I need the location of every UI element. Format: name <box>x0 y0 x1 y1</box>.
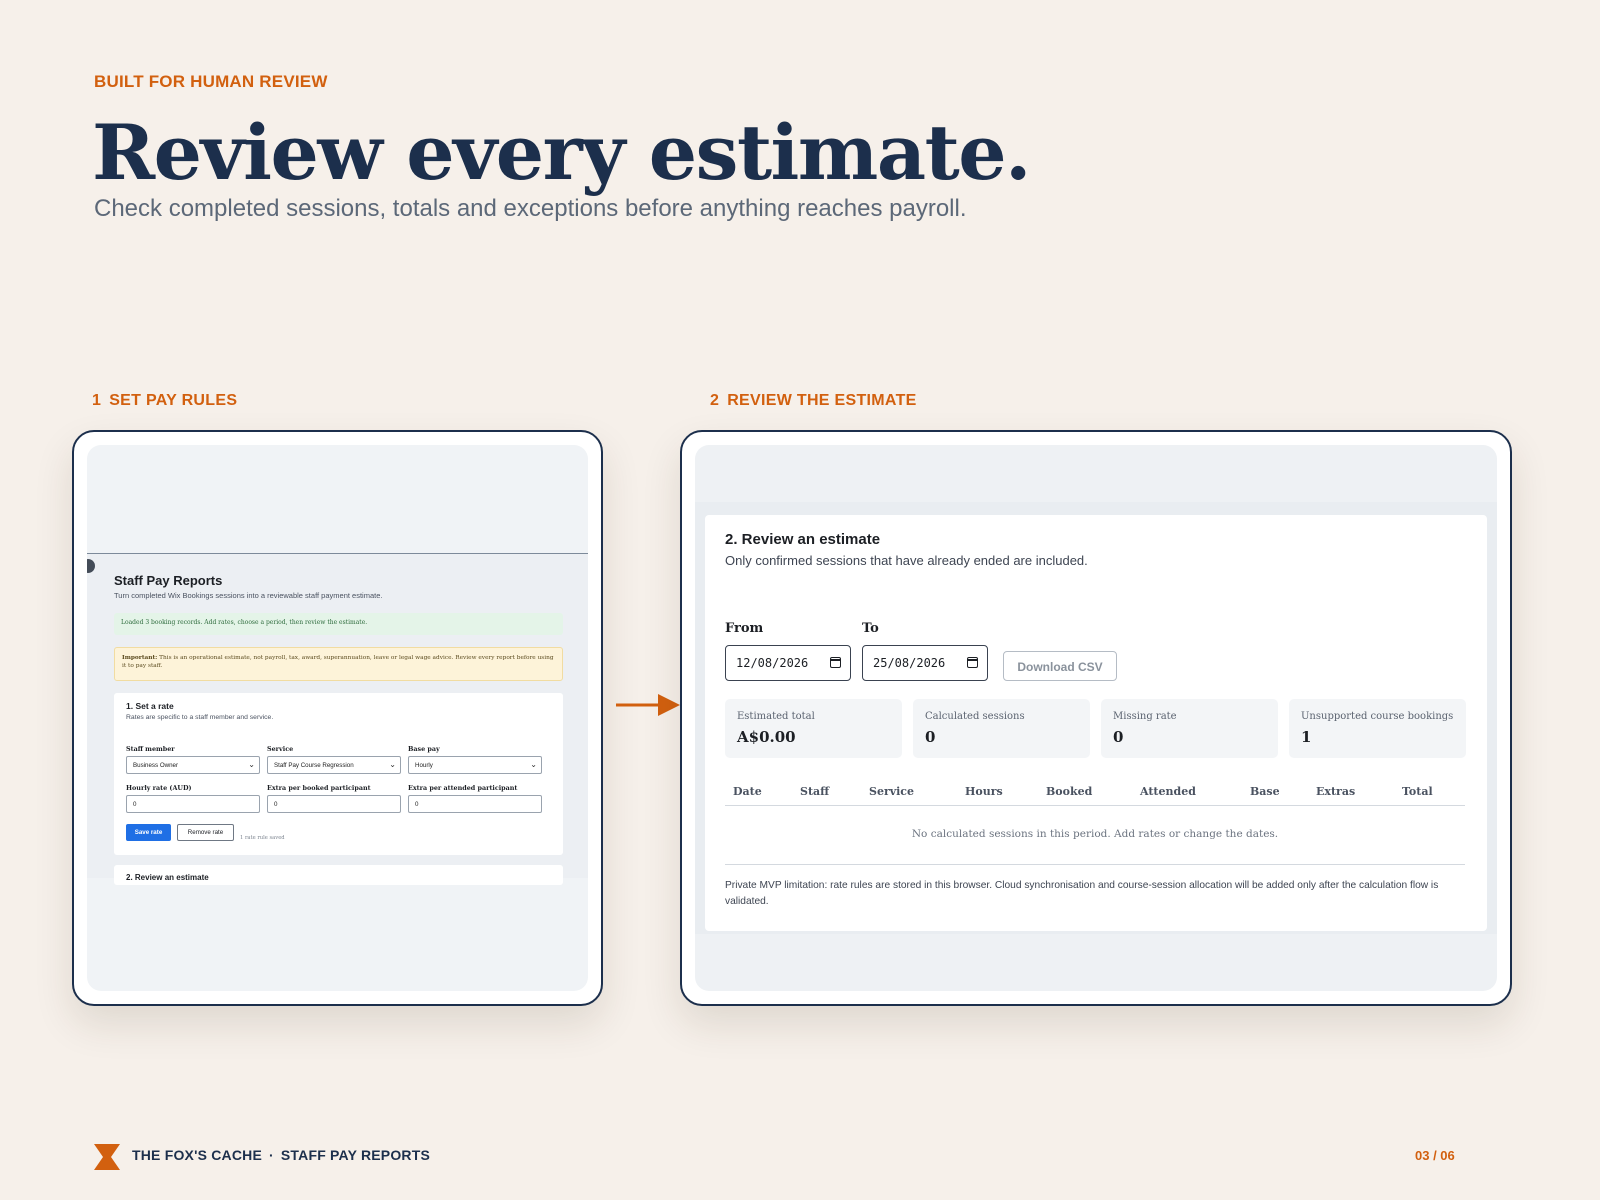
base-pay-label: Base pay <box>408 745 440 753</box>
hourly-rate-input[interactable]: 0 <box>126 795 260 813</box>
screenshot-viewport: 2. Review an estimate Only confirmed ses… <box>695 445 1497 991</box>
chevron-down-icon: ⌄ <box>389 760 396 769</box>
column-header-staff[interactable]: Staff <box>800 785 829 798</box>
section-title: 2. Review an estimate <box>725 531 881 548</box>
base-pay-select[interactable]: Hourly ⌄ <box>408 756 542 774</box>
booked-extra-label: Extra per booked participant <box>267 784 371 792</box>
staff-member-select[interactable]: Business Owner ⌄ <box>126 756 260 774</box>
remove-rate-button[interactable]: Remove rate <box>177 824 234 841</box>
column-header-service[interactable]: Service <box>869 785 914 798</box>
saved-rules-note: 1 rate rule saved <box>240 835 285 841</box>
review-estimate-card-peek: 2. Review an estimate <box>114 865 563 885</box>
page-subtitle: Check completed sessions, totals and exc… <box>94 195 967 222</box>
column-header-total[interactable]: Total <box>1402 785 1433 798</box>
success-banner: Loaded 3 booking records. Add rates, cho… <box>114 613 563 635</box>
save-rate-button[interactable]: Save rate <box>126 824 171 841</box>
service-label: Service <box>267 745 294 753</box>
section-description: Rates are specific to a staff member and… <box>126 714 274 721</box>
page-indicator: 03 / 06 <box>1415 1148 1455 1163</box>
divider <box>87 553 588 554</box>
stat-label: Unsupported course bookings <box>1301 711 1454 722</box>
attended-extra-input[interactable]: 0 <box>408 795 542 813</box>
to-date-input[interactable]: 25/08/2026 <box>862 645 988 681</box>
hourglass-logo-icon <box>94 1144 120 1170</box>
review-estimate-screenshot: 2. Review an estimate Only confirmed ses… <box>680 430 1512 1006</box>
table-divider <box>725 864 1465 865</box>
attended-extra-label: Extra per attended participant <box>408 784 518 792</box>
base-pay-value: Hourly <box>415 762 433 769</box>
column-header-booked[interactable]: Booked <box>1046 785 1092 798</box>
chevron-down-icon: ⌄ <box>248 760 255 769</box>
eyebrow: BUILT FOR HUMAN REVIEW <box>94 72 328 91</box>
product-name: STAFF PAY REPORTS <box>280 1147 431 1163</box>
empty-table-message: No calculated sessions in this period. A… <box>911 828 1279 840</box>
stat-calculated-sessions: Calculated sessions 0 <box>913 699 1090 758</box>
warning-banner: Important: This is an operational estima… <box>114 647 563 681</box>
stat-missing-rate: Missing rate 0 <box>1101 699 1278 758</box>
stat-estimated-total: Estimated total A$0.00 <box>725 699 902 758</box>
stat-value: A$0.00 <box>737 728 796 746</box>
column-header-base[interactable]: Base <box>1250 785 1280 798</box>
step-number: 2 <box>710 392 720 409</box>
column-header-attended[interactable]: Attended <box>1140 785 1196 798</box>
step-2-label: 2 REVIEW THE ESTIMATE <box>710 392 917 410</box>
brand-name: THE FOX'S CACHE <box>132 1147 263 1163</box>
screenshot-viewport: Staff Pay Reports Turn completed Wix Boo… <box>87 445 588 991</box>
stat-value: 0 <box>925 728 936 746</box>
to-label: To <box>862 621 879 636</box>
page-title: Review every estimate. <box>92 108 1032 197</box>
app-title: Staff Pay Reports <box>114 573 223 588</box>
set-rate-card: 1. Set a rate Rates are specific to a st… <box>114 693 563 855</box>
booked-extra-input[interactable]: 0 <box>267 795 401 813</box>
footer-separator: · <box>269 1147 274 1163</box>
review-estimate-card: 2. Review an estimate Only confirmed ses… <box>705 515 1487 931</box>
download-csv-button[interactable]: Download CSV <box>1003 651 1117 681</box>
step-number: 1 <box>92 392 102 409</box>
chevron-down-icon: ⌄ <box>530 760 537 769</box>
hourly-rate-label: Hourly rate (AUD) <box>126 784 192 792</box>
mvp-limitation-note: Private MVP limitation: rate rules are s… <box>725 880 1439 907</box>
staff-member-value: Business Owner <box>133 762 179 769</box>
stat-value: 1 <box>1301 728 1312 746</box>
calendar-icon[interactable] <box>830 657 841 668</box>
to-date-value: 25/08/2026 <box>873 656 946 670</box>
service-value: Staff Pay Course Regression <box>274 762 354 769</box>
section-description: Only confirmed sessions that have alread… <box>725 553 1088 568</box>
from-label: From <box>725 621 764 636</box>
staff-member-label: Staff member <box>126 745 175 753</box>
warning-text: This is an operational estimate, not pay… <box>122 655 554 670</box>
warning-bold: Important: <box>122 655 158 661</box>
column-header-extras[interactable]: Extras <box>1316 785 1355 798</box>
arrow-right-icon <box>616 694 680 716</box>
stat-label: Calculated sessions <box>925 711 1025 722</box>
step-text: REVIEW THE ESTIMATE <box>727 392 917 409</box>
step-text: SET PAY RULES <box>109 392 238 409</box>
stat-value: 0 <box>1113 728 1124 746</box>
section-title: 1. Set a rate <box>126 701 174 711</box>
calendar-icon[interactable] <box>967 657 978 668</box>
service-select[interactable]: Staff Pay Course Regression ⌄ <box>267 756 401 774</box>
set-pay-rules-screenshot: Staff Pay Reports Turn completed Wix Boo… <box>72 430 603 1006</box>
stat-label: Estimated total <box>737 711 815 722</box>
step-1-label: 1 SET PAY RULES <box>92 392 237 410</box>
footer-brand: THE FOX'S CACHE · STAFF PAY REPORTS <box>132 1147 430 1163</box>
column-header-hours[interactable]: Hours <box>965 785 1003 798</box>
column-header-date[interactable]: Date <box>733 785 762 798</box>
app-description: Turn completed Wix Bookings sessions int… <box>114 591 383 600</box>
table-header-divider <box>725 805 1465 806</box>
stat-unsupported-course-bookings: Unsupported course bookings 1 <box>1289 699 1466 758</box>
next-section-title: 2. Review an estimate <box>126 873 209 882</box>
stat-label: Missing rate <box>1113 711 1177 722</box>
from-date-input[interactable]: 12/08/2026 <box>725 645 851 681</box>
from-date-value: 12/08/2026 <box>736 656 809 670</box>
